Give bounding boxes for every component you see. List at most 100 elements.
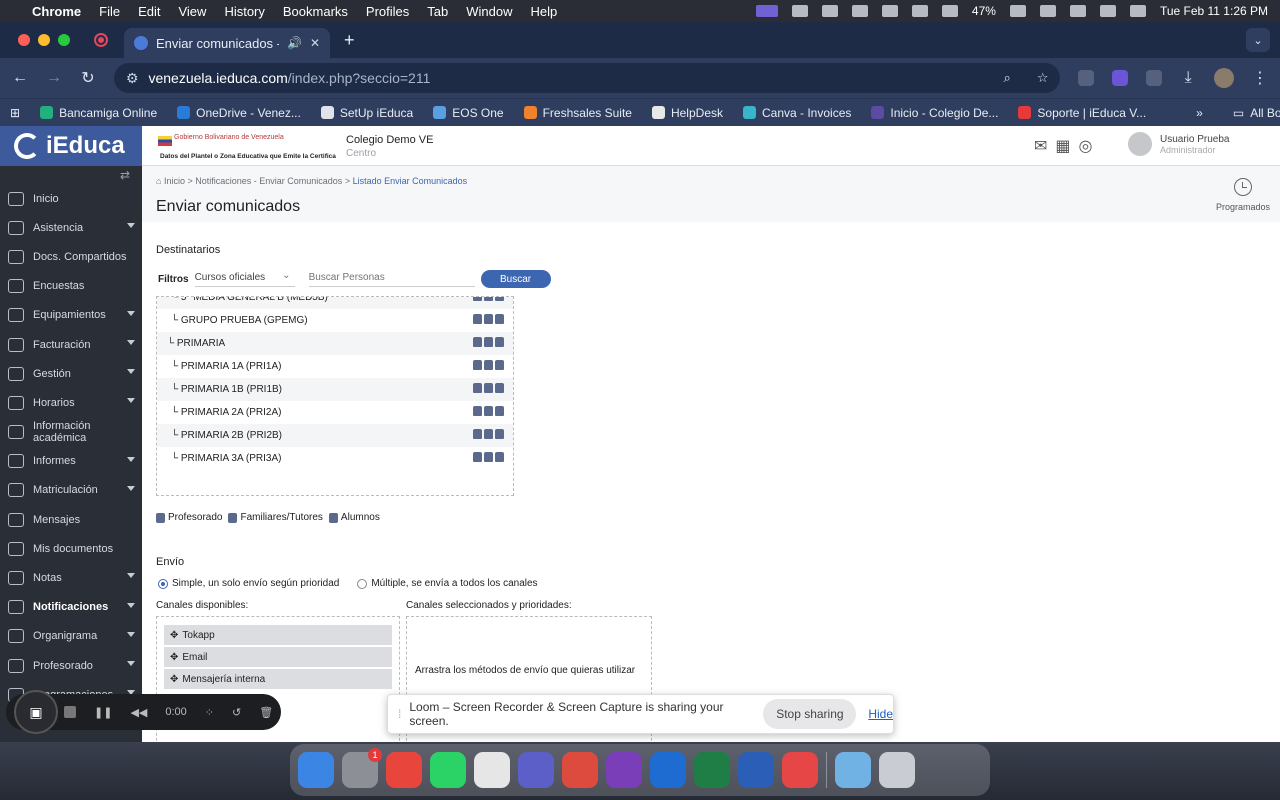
sidebar-item-inicio[interactable]: Inicio <box>0 184 142 213</box>
teachers-icon[interactable] <box>473 337 482 347</box>
battery-icon[interactable] <box>1009 5 1026 17</box>
tree-row[interactable]: └ PRIMARIA 2B (PRI2B) <box>157 424 513 447</box>
onenote-icon[interactable] <box>606 752 642 788</box>
loom-extension-icon[interactable] <box>1112 70 1129 86</box>
sidebar-item-organigrama[interactable]: Organigrama <box>0 622 142 651</box>
mail-icon[interactable]: ✉ <box>1034 136 1047 156</box>
bookmark-soporte[interactable]: Soporte | iEduca V... <box>1018 106 1146 120</box>
control-center-icon[interactable] <box>1099 5 1116 17</box>
all-bookmarks-folder[interactable]: ▭ All Bookmarks <box>1233 106 1280 120</box>
sidebar-item-docs-compartidos[interactable]: Docs. Compartidos <box>0 242 142 271</box>
student-icon[interactable] <box>495 314 504 324</box>
new-tab-icon[interactable]: + <box>344 30 355 51</box>
site-info-icon[interactable]: ⚙ <box>126 70 139 87</box>
cloud-icon[interactable] <box>911 5 928 17</box>
scheduled-button[interactable]: Programados <box>1216 178 1270 212</box>
delete-icon[interactable]: 🗑 <box>259 706 273 719</box>
outlook-icon[interactable] <box>650 752 686 788</box>
bookmark-bancamiga[interactable]: Bancamiga Online <box>40 106 157 120</box>
calendar-icon[interactable]: ▦ <box>1055 136 1070 156</box>
hide-banner-link[interactable]: Hide <box>868 707 893 721</box>
siri-icon[interactable] <box>1129 5 1146 17</box>
sidebar-item-gestión[interactable]: Gestión <box>0 359 142 388</box>
channel-tokapp[interactable]: ✥ Tokapp <box>164 625 392 645</box>
ieduca-logo[interactable]: iEduca <box>0 126 142 166</box>
brightness-icon[interactable] <box>851 5 868 17</box>
bookmark-helpdesk[interactable]: HelpDesk <box>651 106 723 120</box>
minimize-window-button[interactable] <box>38 34 50 46</box>
tree-row[interactable]: └ PRIMARIA 1B (PRI1B) <box>157 378 513 401</box>
family-icon[interactable] <box>484 314 493 324</box>
chevron-down-icon[interactable] <box>127 310 135 316</box>
teachers-icon[interactable] <box>473 297 482 301</box>
breadcrumb-home[interactable]: Inicio <box>164 176 185 186</box>
student-icon[interactable] <box>495 297 504 301</box>
chevron-down-icon[interactable] <box>127 602 135 608</box>
menu-file[interactable]: File <box>99 4 120 19</box>
teachers-icon[interactable] <box>473 383 482 393</box>
sidebar-item-información-académica[interactable]: Información académica <box>0 418 142 447</box>
teachers-icon[interactable] <box>473 452 482 462</box>
screen-record-icon[interactable] <box>755 5 778 17</box>
sidebar-item-mis-documentos[interactable]: Mis documentos <box>0 534 142 563</box>
back-icon[interactable]: ← <box>12 69 28 87</box>
user-menu[interactable]: Usuario Prueba Administrador <box>1128 132 1229 156</box>
sidebar-item-notas[interactable]: Notas <box>0 563 142 592</box>
family-icon[interactable] <box>484 452 493 462</box>
download-icon[interactable]: ⤓ <box>1180 69 1196 87</box>
sidebar-item-notificaciones[interactable]: Notificaciones <box>0 593 142 622</box>
course-filter-select[interactable]: Cursos oficiales <box>194 270 295 287</box>
student-icon[interactable] <box>495 452 504 462</box>
extensions-puzzle-icon[interactable] <box>1146 70 1163 86</box>
outlook-status-icon[interactable] <box>881 5 898 17</box>
loom-camera-bubble[interactable]: ▣ <box>14 690 58 734</box>
family-icon[interactable] <box>484 406 493 416</box>
stop-sharing-button[interactable]: Stop sharing <box>763 699 857 729</box>
student-icon[interactable] <box>495 406 504 416</box>
tree-row[interactable]: └ PRIMARIA 1A (PRI1A) <box>157 355 513 378</box>
bookmark-star-icon[interactable]: ☆ <box>1037 70 1049 86</box>
sidebar-item-equipamientos[interactable]: Equipamientos <box>0 301 142 330</box>
chrome-icon[interactable] <box>386 752 422 788</box>
radio-multiple[interactable]: Múltiple, se envía a todos los canales <box>357 578 538 589</box>
bookmark-freshsales[interactable]: Freshsales Suite <box>523 106 632 120</box>
menu-history[interactable]: History <box>224 4 264 19</box>
address-bar[interactable]: ⚙ venezuela.ieduca.com/index.php?seccio=… <box>113 63 1061 93</box>
student-icon[interactable] <box>495 337 504 347</box>
drag-handle-icon[interactable]: ✥ <box>170 630 178 641</box>
channel-internal-messaging[interactable]: ✥ Mensajería interna <box>164 669 392 689</box>
spotlight-search-icon[interactable] <box>1069 5 1086 17</box>
whatsapp-icon[interactable] <box>430 752 466 788</box>
stop-recording-icon[interactable] <box>64 706 76 718</box>
family-icon[interactable] <box>484 383 493 393</box>
undo-icon[interactable]: ↺ <box>232 706 241 719</box>
chevron-down-icon[interactable] <box>127 573 135 579</box>
menu-help[interactable]: Help <box>531 4 558 19</box>
search-button[interactable]: Buscar <box>480 270 551 288</box>
chevron-down-icon[interactable] <box>127 398 135 404</box>
teams-icon[interactable] <box>518 752 554 788</box>
menu-view[interactable]: View <box>178 4 206 19</box>
menubar-clock[interactable]: Tue Feb 11 1:26 PM <box>1160 4 1268 18</box>
zoom-window-button[interactable] <box>58 34 70 46</box>
chevron-down-icon[interactable] <box>127 339 135 345</box>
school-info[interactable]: Colegio Demo VE Centro <box>346 134 433 159</box>
radio-simple-dot[interactable] <box>158 578 168 589</box>
tree-row[interactable]: └ 5° MEDIA GENERAL B (MED5B) <box>157 297 513 309</box>
sidebar-item-matriculación[interactable]: Matriculación <box>0 476 142 505</box>
chevron-down-icon[interactable] <box>127 485 135 491</box>
more-bookmarks-icon[interactable]: » <box>1196 106 1203 120</box>
bookmark-onedrive[interactable]: OneDrive - Venez... <box>177 106 301 120</box>
chevron-down-icon[interactable] <box>127 661 135 666</box>
radio-multiple-dot[interactable] <box>357 578 368 589</box>
breadcrumb-current[interactable]: Listado Enviar Comunicados <box>353 176 468 186</box>
teams-status-icon[interactable] <box>791 5 808 17</box>
reload-icon[interactable]: ↻ <box>80 68 96 88</box>
tree-row[interactable]: └ PRIMARIA 3A (PRI3A) <box>157 447 513 470</box>
support-icon[interactable]: ◎ <box>1079 136 1093 156</box>
family-icon[interactable] <box>484 429 493 439</box>
menu-tab[interactable]: Tab <box>427 4 448 19</box>
word-icon[interactable] <box>738 752 774 788</box>
sidebar-item-asistencia[interactable]: Asistencia <box>0 213 142 242</box>
channel-email[interactable]: ✥ Email <box>164 647 392 667</box>
